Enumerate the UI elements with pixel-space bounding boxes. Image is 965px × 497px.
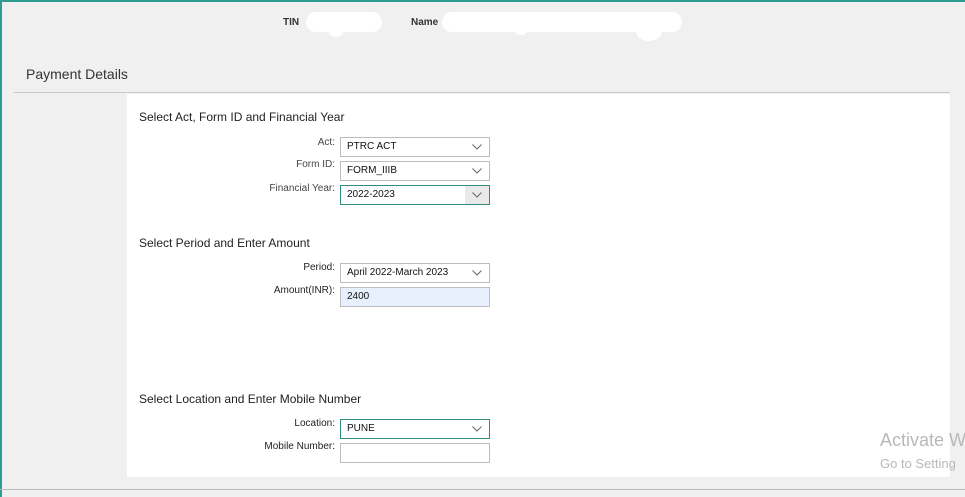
- tin-label: TIN: [283, 17, 300, 28]
- act-select-value: PTRC ACT: [347, 141, 397, 152]
- form-id-select[interactable]: FORM_IIIB: [340, 161, 490, 181]
- title-divider: [14, 92, 950, 93]
- activation-watermark-subtitle: Go to Setting: [880, 456, 956, 471]
- mobile-number-label: Mobile Number:: [264, 441, 335, 452]
- chevron-down-icon: [465, 420, 489, 438]
- chevron-down-icon: [465, 162, 489, 180]
- group-title-period-amount: Select Period and Enter Amount: [139, 236, 310, 250]
- location-label: Location:: [294, 418, 335, 429]
- location-select-value: PUNE: [347, 423, 375, 434]
- activation-watermark-title: Activate W: [880, 430, 965, 450]
- financial-year-select[interactable]: 2022-2023: [340, 185, 490, 205]
- amount-label: Amount(INR):: [273, 285, 335, 296]
- financial-year-label: Financial Year:: [269, 183, 335, 194]
- location-select[interactable]: PUNE: [340, 419, 490, 439]
- group-title-act-form-year: Select Act, Form ID and Financial Year: [139, 110, 345, 124]
- chevron-down-icon: [465, 186, 489, 204]
- page-title: Payment Details: [26, 66, 128, 82]
- chevron-down-icon: [465, 264, 489, 282]
- footer-divider: [0, 489, 965, 490]
- period-select-value: April 2022-March 2023: [347, 267, 449, 278]
- taxpayer-info-bar: TIN Name: [0, 12, 965, 41]
- form-id-select-value: FORM_IIIB: [347, 165, 398, 176]
- name-label: Name: [411, 17, 439, 28]
- chevron-down-icon: [465, 138, 489, 156]
- group-title-location-mobile: Select Location and Enter Mobile Number: [139, 392, 362, 406]
- act-label: Act:: [317, 137, 335, 148]
- form-id-label: Form ID:: [296, 159, 335, 170]
- act-select[interactable]: PTRC ACT: [340, 137, 490, 157]
- period-select[interactable]: April 2022-March 2023: [340, 263, 490, 283]
- period-label: Period:: [303, 262, 335, 273]
- financial-year-select-value: 2022-2023: [347, 189, 395, 200]
- mobile-number-input[interactable]: [340, 443, 490, 463]
- amount-input[interactable]: 2400: [340, 287, 490, 307]
